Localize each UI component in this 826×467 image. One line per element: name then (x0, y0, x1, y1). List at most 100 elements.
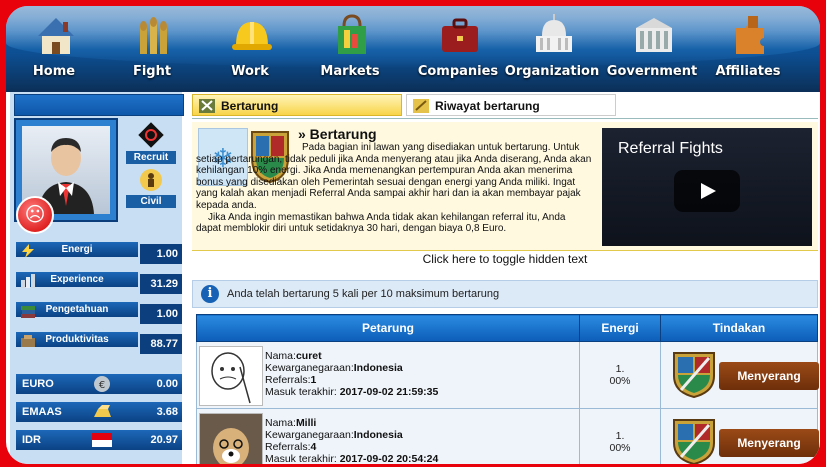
fighter-info: Nama:curet Kewarganegaraan:Indonesia Ref… (265, 350, 439, 398)
fighter-cell: Nama:curet Kewarganegaraan:Indonesia Ref… (196, 341, 580, 409)
attack-label: Menyerang (719, 362, 819, 390)
house-icon (38, 18, 74, 54)
stat-energi: Energi 1.00 (16, 242, 182, 264)
nav-work[interactable]: Work (202, 6, 298, 92)
nav-companies-label: Companies (417, 64, 499, 79)
tab-bertarung[interactable]: Bertarung (192, 94, 402, 116)
stat-experience: Experience 31.29 (16, 272, 182, 294)
tab-riwayat-bertarung[interactable]: Riwayat bertarung (406, 94, 616, 116)
energy-icon (22, 244, 34, 258)
nav-fight-label: Fight (132, 64, 172, 79)
stat-produktivitas: Produktivitas 88.77 (16, 332, 182, 354)
unhappy-face-icon: ☹ (16, 196, 54, 234)
currency-emaas: EMAAS 3.68 (16, 402, 182, 422)
nav-fight[interactable]: Fight (104, 6, 200, 92)
civil-label: Civil (126, 195, 176, 208)
fighter-citizenship: Indonesia (353, 362, 403, 374)
gold-icon (94, 405, 111, 417)
nav-markets-label: Markets (320, 64, 380, 79)
nav-home[interactable]: Home (6, 6, 102, 92)
books-icon (21, 306, 35, 318)
currency-value: 0.00 (156, 378, 178, 390)
main-content: Bertarung Riwayat bertarung ❄ » Bertarun… (192, 92, 820, 464)
capitol-icon (536, 14, 572, 52)
attack-button[interactable]: Menyerang (671, 350, 820, 398)
fighter-cell: Nama:Milli Kewarganegaraan:Indonesia Ref… (196, 408, 580, 464)
fighter-avatar-sketch[interactable] (199, 346, 263, 406)
energy-cell: 1. 00% (579, 341, 661, 409)
fighter-name[interactable]: Milli (296, 417, 316, 429)
intro-paragraph-1: Pada bagian ini lawan yang disediakan un… (196, 142, 592, 211)
table-row: Nama:Milli Kewarganegaraan:Indonesia Ref… (196, 408, 820, 464)
currency-value: 20.97 (150, 434, 178, 446)
fighter-referrals: 4 (310, 441, 317, 453)
recruit-target-icon (138, 122, 164, 148)
toggle-hidden-text-link[interactable]: Click here to toggle hidden text (192, 250, 818, 267)
attack-button[interactable]: Menyerang (671, 417, 820, 464)
nav-companies[interactable]: Companies (410, 6, 506, 92)
experience-icon (21, 274, 35, 288)
fight-tab-icon (199, 99, 215, 113)
stat-value: 31.29 (140, 274, 182, 294)
nav-affiliates[interactable]: Affiliates (700, 6, 796, 92)
intro-paragraph-2: Jika Anda ingin memastikan bahwa Anda ti… (196, 211, 566, 235)
intro-panel: ❄ » Bertarung Pada bagian ini lawan yang… (192, 122, 818, 250)
civil-figure-icon (140, 169, 162, 191)
nav-organization[interactable]: Organization (504, 6, 600, 92)
bullets-icon (140, 17, 167, 54)
table-row: Nama:curet Kewarganegaraan:Indonesia Ref… (196, 341, 820, 409)
fighter-last-login: 2017-09-02 20:54:24 (339, 453, 439, 464)
tab-label: Riwayat bertarung (435, 99, 540, 113)
nav-home-label: Home (32, 64, 76, 79)
video-title: Referral Fights (618, 140, 723, 157)
fighter-name[interactable]: curet (296, 350, 322, 362)
tab-label: Bertarung (221, 99, 279, 113)
intro-text: Pada bagian ini lawan yang disediakan un… (196, 142, 592, 235)
currency-euro: EURO € 0.00 (16, 374, 182, 394)
currency-label: IDR (22, 434, 41, 446)
tab-bar: Bertarung Riwayat bertarung (192, 94, 818, 119)
action-cell: Menyerang (660, 341, 820, 409)
shield-icon (673, 352, 715, 398)
currency-label: EMAAS (22, 406, 62, 418)
column-header-energi: Energi (579, 314, 661, 342)
briefcase-icon (442, 18, 478, 52)
fighter-citizenship: Indonesia (353, 429, 403, 441)
column-header-petarung: Petarung (196, 314, 580, 342)
top-navigation: Home Fight Work Markets Companies Organi… (6, 6, 820, 92)
svg-text:€: € (99, 380, 105, 391)
recruit-label: Recruit (126, 151, 176, 164)
action-cell: Menyerang (660, 408, 820, 464)
stat-pengetahuan: Pengetahuan 1.00 (16, 302, 182, 324)
nav-affiliates-label: Affiliates (715, 64, 781, 79)
sidebar-header-bar (14, 94, 184, 116)
sidebar: ☹ Recruit Civil Energi 1.00 Experience 3… (10, 92, 184, 464)
nav-organization-label: Organization (504, 64, 600, 79)
currency-idr: IDR 20.97 (16, 430, 182, 450)
play-icon[interactable] (674, 170, 740, 212)
civil-button[interactable]: Civil (126, 168, 176, 208)
nav-work-label: Work (231, 64, 269, 79)
video-player[interactable]: Referral Fights (602, 128, 812, 246)
stat-value: 88.77 (140, 334, 182, 354)
info-icon: i (201, 285, 219, 303)
energy-cell: 1. 00% (579, 408, 661, 464)
stat-value: 1.00 (140, 304, 182, 324)
currency-value: 3.68 (156, 406, 178, 418)
column-header-tindakan: Tindakan (660, 314, 818, 342)
productivity-icon (21, 335, 35, 347)
fighter-referrals: 1 (310, 374, 317, 386)
fighter-info: Nama:Milli Kewarganegaraan:Indonesia Ref… (265, 417, 439, 464)
fighter-last-login: 2017-09-02 21:59:35 (339, 386, 439, 398)
info-text: Anda telah bertarung 5 kali per 10 maksi… (227, 288, 500, 300)
nav-markets[interactable]: Markets (302, 6, 398, 92)
fighter-avatar-dog[interactable] (199, 413, 263, 464)
stat-value: 1.00 (140, 244, 182, 264)
currency-label: EURO (22, 378, 54, 390)
history-tab-icon (413, 99, 429, 113)
nav-government[interactable]: Government (604, 6, 700, 92)
puzzle-icon (736, 16, 764, 54)
shield-icon (673, 419, 715, 464)
nav-government-label: Government (606, 64, 698, 79)
recruit-button[interactable]: Recruit (126, 122, 176, 164)
